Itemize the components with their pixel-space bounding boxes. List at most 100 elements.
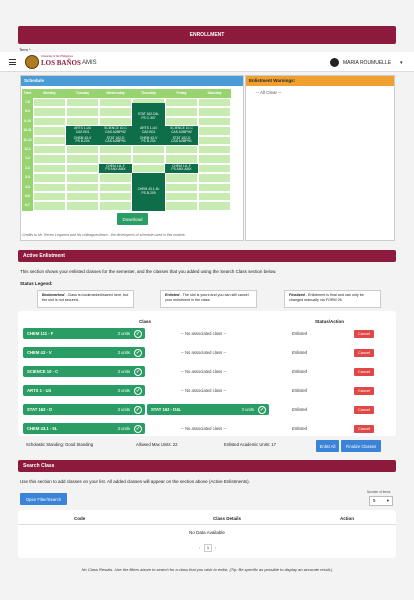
hamburger-menu-icon[interactable] — [9, 59, 16, 65]
class-block[interactable]: SCIENCE 10-C CAS A2MPH2 — [99, 126, 132, 136]
associated-class-pill[interactable]: STAT 162 - D4L 3 units ✓ — [147, 404, 269, 415]
class-block[interactable]: CHEM 111-F PS ANX-AMX — [165, 163, 198, 174]
schedule-cell — [198, 135, 231, 145]
empty-message: No Data Available — [189, 530, 225, 535]
cancel-button[interactable]: Cancel — [354, 424, 374, 433]
cancel-button[interactable]: Cancel — [354, 367, 374, 376]
class-code: ARTS 1 - U4 — [27, 388, 51, 393]
class-block[interactable]: STAT 162-D CAS A2MPH1 — [99, 135, 132, 145]
next-page-icon[interactable]: › — [215, 545, 216, 550]
schedule-cell — [33, 116, 66, 127]
schedule-cell — [198, 154, 231, 164]
schedule-credit: Credits to Mr. Reven Legarrea and his co… — [22, 233, 186, 237]
page-number[interactable]: 1 — [204, 544, 212, 552]
schedule-cell — [198, 98, 231, 108]
time-label: 6-7 — [22, 201, 33, 211]
schedule-cell — [198, 182, 231, 192]
class-code: CHEM 43.1 - 5L — [27, 426, 58, 431]
search-results-table: Code Class Details Action No Data Availa… — [18, 510, 396, 558]
cancel-button[interactable]: Cancel — [354, 348, 374, 357]
col-class: Class — [139, 319, 152, 324]
finalize-classes-button[interactable]: Finalize Classes — [341, 440, 381, 452]
warnings-title: Enlistment Warnings: — [246, 76, 394, 86]
schedule-cell — [33, 145, 66, 155]
schedule-cell — [198, 192, 231, 202]
legend-bookmarked: Bookmarked - Class is bookmarked/saved h… — [37, 290, 134, 308]
open-filter-button[interactable]: Open Filter/Search — [20, 493, 67, 505]
time-label: 12-1 — [22, 145, 33, 155]
schedule-cell — [165, 154, 198, 164]
enlistment-table: Class Status/Action CHEM 111 - F 3 units ✓… — [18, 311, 396, 436]
enlisted-class-pill[interactable]: ARTS 1 - U4 3 units ✓ — [23, 385, 145, 396]
class-block-line: PS ANX-AMX — [105, 167, 126, 172]
schedule-cell — [165, 173, 198, 183]
day-header: Friday — [165, 89, 198, 98]
day-header: Thursday — [132, 89, 165, 98]
warnings-panel: Enlistment Warnings: -- All Clear -- — [245, 75, 395, 241]
enlisted-class-pill[interactable]: STAT 162 - D 3 units ✓ — [23, 404, 145, 415]
check-circle-icon: ✓ — [134, 405, 142, 414]
user-name[interactable]: MARIA ROUMUELLE — [343, 60, 391, 66]
check-circle-icon: ✓ — [134, 367, 142, 376]
class-code: SCIENCE 10 - C — [27, 369, 59, 374]
schedule-cell — [165, 116, 198, 127]
cancel-button[interactable]: Cancel — [354, 329, 374, 338]
search-class-desc: Use this section to add classes on your … — [20, 479, 250, 484]
day-header: Time — [22, 89, 33, 98]
time-label: 8-9 — [22, 107, 33, 117]
schedule-cell — [165, 192, 198, 202]
items-per-page-value: 5 — [373, 498, 376, 503]
enlisted-class-pill[interactable]: CHEM 43 - V 3 units ✓ — [23, 347, 145, 358]
schedule-cell — [66, 201, 99, 211]
enlisted-class-pill[interactable]: CHEM 111 - F 3 units ✓ — [23, 328, 145, 339]
schedule-cell — [33, 182, 66, 192]
schedule-cell — [33, 135, 66, 145]
scholastic-standing: Scholastic Standing: Good Standing — [26, 442, 94, 447]
enlisted-class-pill[interactable]: CHEM 43.1 - 5L 3 units ✓ — [23, 423, 145, 434]
prev-page-icon[interactable]: ‹ — [199, 545, 200, 550]
schedule-cell — [66, 154, 99, 164]
time-label: 9-10 — [22, 116, 33, 127]
class-block-line: CAS B01 — [141, 129, 156, 134]
class-units: 3 units — [117, 407, 130, 412]
schedule-cell — [33, 192, 66, 202]
no-associated-class: -- No associated class -- — [181, 350, 227, 355]
enlistment-status: Enlisted — [292, 369, 307, 374]
class-block[interactable]: CHEM 43.1-5L PS B-209 — [132, 173, 165, 211]
app-name: AMIS — [82, 60, 97, 66]
schedule-cell — [33, 98, 66, 108]
schedule-cell — [99, 98, 132, 108]
legend-enlisted: Enlisted - The slot is yours and you can… — [160, 290, 257, 308]
class-block-line: CAS A2MPH2 — [105, 129, 126, 134]
class-units: 3 units — [117, 331, 130, 336]
chevron-down-icon[interactable]: ▾ — [400, 60, 403, 66]
enlistment-status: Enlisted — [292, 331, 307, 336]
schedule-cell — [33, 173, 66, 183]
class-block[interactable]: CHEM 111-F PS ANX-AMX — [99, 163, 132, 174]
class-units: 3 units — [117, 426, 130, 431]
class-code: STAT 162 - D4L — [151, 407, 182, 412]
class-block-line: PS C-307 — [141, 115, 156, 120]
download-button[interactable]: Download — [117, 213, 148, 225]
class-block[interactable]: STAT 162-D CAS A2MPH1 — [165, 135, 198, 145]
class-block[interactable]: ARTS 1-U4 CAS B01 — [66, 126, 99, 136]
class-units: 3 units — [117, 350, 130, 355]
class-block-line: CAS B01 — [75, 129, 90, 134]
col-action: Action — [340, 516, 354, 521]
items-per-page-select[interactable]: 5 ▾ — [369, 496, 393, 506]
check-circle-icon: ✓ — [134, 386, 142, 395]
class-block[interactable]: CHEM 43-V PS B-204 — [132, 135, 165, 145]
schedule-cell — [66, 163, 99, 174]
user-avatar-icon[interactable] — [330, 58, 339, 67]
enlisted-class-pill[interactable]: SCIENCE 10 - C 3 units ✓ — [23, 366, 145, 377]
cancel-button[interactable]: Cancel — [354, 405, 374, 414]
schedule-cell — [99, 116, 132, 127]
class-block[interactable]: CHEM 43-V PS B-204 — [66, 135, 99, 145]
class-code: STAT 162 - D — [27, 407, 53, 412]
schedule-cell — [165, 98, 198, 108]
enlist-all-button[interactable]: Enlist All — [316, 440, 339, 452]
cancel-button[interactable]: Cancel — [354, 386, 374, 395]
class-block[interactable]: ARTS 1-U4 CAS B01 — [132, 126, 165, 136]
schedule-cell — [66, 107, 99, 117]
class-block[interactable]: SCIENCE 10-C CAS A2MPH2 — [165, 126, 198, 136]
